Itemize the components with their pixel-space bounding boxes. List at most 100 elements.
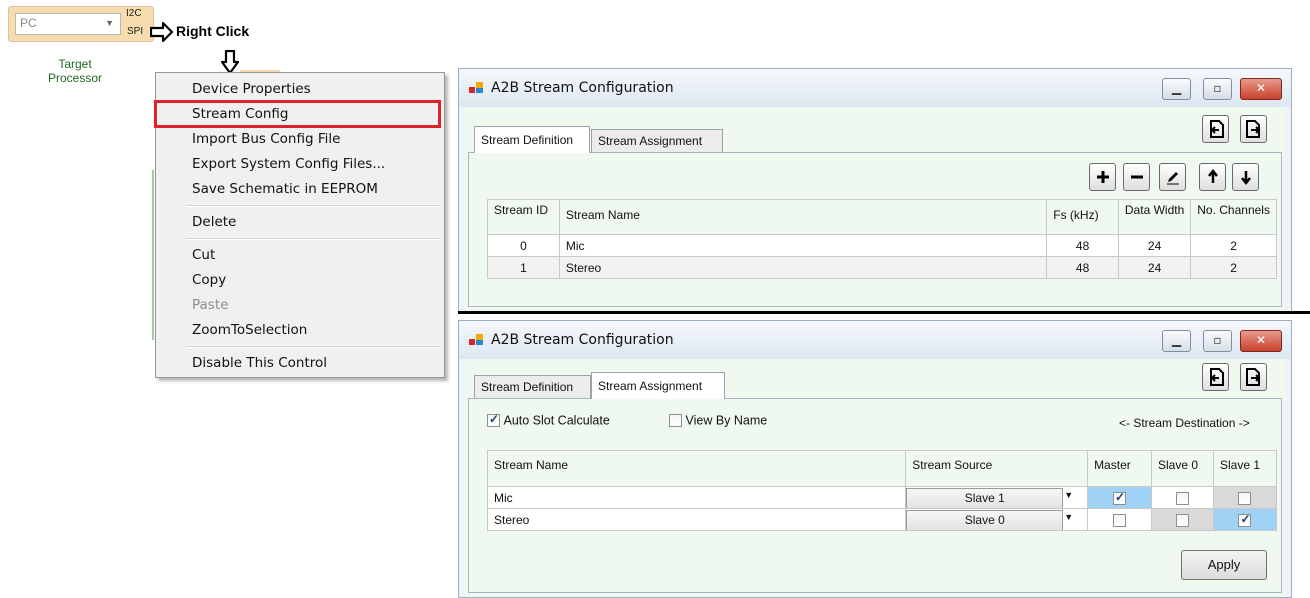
stream-source-value: Slave 0: [906, 510, 1064, 530]
menu-separator: [186, 346, 441, 348]
stream-source-value: Slave 1: [906, 488, 1064, 508]
cell-slave-1[interactable]: [1212, 508, 1278, 531]
stream-source-combo[interactable]: Slave 1 ▼: [906, 488, 1087, 508]
tab-stream-assignment[interactable]: Stream Assignment: [591, 372, 725, 399]
maximize-button[interactable]: ▫: [1203, 78, 1232, 100]
menu-item-disable-control[interactable]: Disable This Control: [192, 354, 327, 372]
maximize-icon: ▫: [1213, 333, 1222, 347]
cell-stream-name[interactable]: Mic: [558, 234, 1048, 257]
app-icon: [469, 334, 483, 345]
minus-icon: [1131, 175, 1143, 179]
stream-config-highlight-box: [154, 100, 441, 128]
view-by-name-checkbox-row[interactable]: View By Name: [669, 413, 767, 428]
export-icon: [1246, 368, 1261, 386]
cell-fs[interactable]: 48: [1046, 256, 1119, 279]
close-button[interactable]: ✕: [1240, 78, 1282, 100]
maximize-icon: ▫: [1213, 81, 1222, 95]
cell-data-width[interactable]: 24: [1117, 256, 1192, 279]
right-click-callout: Right Click: [176, 23, 250, 39]
remove-stream-button[interactable]: [1123, 163, 1150, 191]
title-bar[interactable]: A2B Stream Configuration ▁ ▫ ✕: [459, 321, 1291, 359]
tab-stream-assignment[interactable]: Stream Assignment: [591, 129, 723, 152]
cell-fs[interactable]: 48: [1046, 234, 1119, 257]
move-up-button[interactable]: [1199, 163, 1226, 191]
auto-slot-checkbox-row[interactable]: Auto Slot Calculate: [487, 412, 610, 428]
cell-data-width[interactable]: 24: [1117, 234, 1192, 257]
maximize-button[interactable]: ▫: [1203, 330, 1232, 352]
right-arrow-icon: [150, 21, 174, 43]
edit-stream-button[interactable]: [1159, 163, 1186, 191]
table-row[interactable]: Stereo Slave 0 ▼: [486, 508, 1278, 531]
table-row[interactable]: Mic Slave 1 ▼: [486, 486, 1278, 509]
menu-item-device-properties[interactable]: Device Properties: [192, 80, 311, 98]
close-icon: ✕: [1255, 333, 1267, 347]
cell-channels[interactable]: 2: [1190, 256, 1277, 279]
cell-master[interactable]: [1087, 508, 1153, 531]
title-bar[interactable]: A2B Stream Configuration ▁ ▫ ✕: [459, 69, 1291, 107]
slave-1-checkbox[interactable]: [1238, 512, 1252, 527]
apply-button[interactable]: Apply: [1181, 550, 1267, 580]
tab-stream-definition[interactable]: Stream Definition: [474, 126, 590, 153]
column-header-stream-id[interactable]: Stream ID: [487, 199, 560, 235]
cell-slave-0[interactable]: [1151, 486, 1214, 509]
menu-item-copy[interactable]: Copy: [192, 271, 226, 289]
import-button[interactable]: [1202, 363, 1229, 391]
stream-assignment-window: A2B Stream Configuration ▁ ▫ ✕ Stream De…: [458, 320, 1292, 598]
cell-stream-id[interactable]: 1: [487, 256, 560, 279]
export-button[interactable]: [1240, 363, 1267, 391]
table-row[interactable]: 1 Stereo 48 24 2: [487, 256, 1277, 279]
master-checkbox[interactable]: [1113, 513, 1127, 527]
target-processor-label-text: Target Processor: [47, 57, 103, 85]
add-stream-button[interactable]: [1089, 163, 1116, 191]
cell-stream-name[interactable]: Stereo: [486, 508, 907, 531]
window-client-area: Stream Definition Stream Assignment Auto…: [465, 359, 1285, 597]
import-button[interactable]: [1202, 115, 1229, 143]
menu-separator: [186, 238, 441, 240]
cell-stream-source: Slave 0 ▼: [905, 508, 1089, 531]
menu-item-zoom-to-selection[interactable]: ZoomToSelection: [192, 321, 307, 339]
column-header-data-width[interactable]: Data Width: [1117, 199, 1192, 235]
export-icon: [1246, 120, 1261, 138]
cell-channels[interactable]: 2: [1190, 234, 1277, 257]
column-header-stream-name[interactable]: Stream Name: [486, 450, 907, 487]
column-header-fs[interactable]: Fs (kHz): [1046, 199, 1119, 235]
edit-icon: [1167, 172, 1179, 185]
close-button[interactable]: ✕: [1240, 330, 1282, 352]
cell-stream-id[interactable]: 0: [487, 234, 560, 257]
minimize-button[interactable]: ▁: [1162, 78, 1191, 100]
master-checkbox[interactable]: [1113, 490, 1127, 505]
menu-item-export-system-config[interactable]: Export System Config Files...: [192, 155, 385, 173]
column-header-slave-1[interactable]: Slave 1: [1212, 450, 1278, 487]
port-label-spi: SPI: [127, 26, 144, 37]
cell-stream-name[interactable]: Stereo: [558, 256, 1048, 279]
column-header-master[interactable]: Master: [1087, 450, 1153, 487]
table-header-row: Stream ID Stream Name Fs (kHz) Data Widt…: [487, 199, 1277, 235]
tab-stream-definition[interactable]: Stream Definition: [474, 375, 591, 398]
menu-item-delete[interactable]: Delete: [192, 213, 236, 231]
stream-source-combo[interactable]: Slave 0 ▼: [906, 510, 1087, 530]
processor-combo[interactable]: PC ▼: [15, 13, 121, 35]
cell-master[interactable]: [1087, 486, 1153, 509]
column-header-channels[interactable]: No. Channels: [1190, 199, 1277, 235]
menu-item-paste: Paste: [192, 297, 229, 313]
column-header-stream-name[interactable]: Stream Name: [558, 199, 1048, 235]
export-button[interactable]: [1240, 115, 1267, 143]
minimize-icon: ▁: [1171, 81, 1182, 95]
move-down-button[interactable]: [1232, 163, 1259, 191]
menu-item-cut[interactable]: Cut: [192, 246, 215, 264]
auto-slot-checkbox[interactable]: [487, 412, 500, 428]
column-header-stream-source[interactable]: Stream Source: [905, 450, 1089, 487]
menu-item-import-bus-config[interactable]: Import Bus Config File: [192, 130, 340, 148]
menu-item-save-schematic[interactable]: Save Schematic in EEPROM: [192, 180, 378, 198]
view-by-name-checkbox[interactable]: [669, 414, 682, 428]
minimize-button[interactable]: ▁: [1162, 330, 1191, 352]
processor-combo-value: PC: [20, 16, 37, 30]
table-row[interactable]: 0 Mic 48 24 2: [487, 234, 1277, 257]
app-icon: [469, 82, 483, 93]
column-header-slave-0[interactable]: Slave 0: [1151, 450, 1214, 487]
slave-0-checkbox: [1176, 513, 1189, 527]
cell-stream-name[interactable]: Mic: [486, 486, 907, 509]
target-processor-block[interactable]: PC ▼ I2C SPI: [8, 6, 154, 42]
port-label-i2c: I2C: [126, 8, 142, 19]
slave-0-checkbox[interactable]: [1176, 491, 1189, 505]
